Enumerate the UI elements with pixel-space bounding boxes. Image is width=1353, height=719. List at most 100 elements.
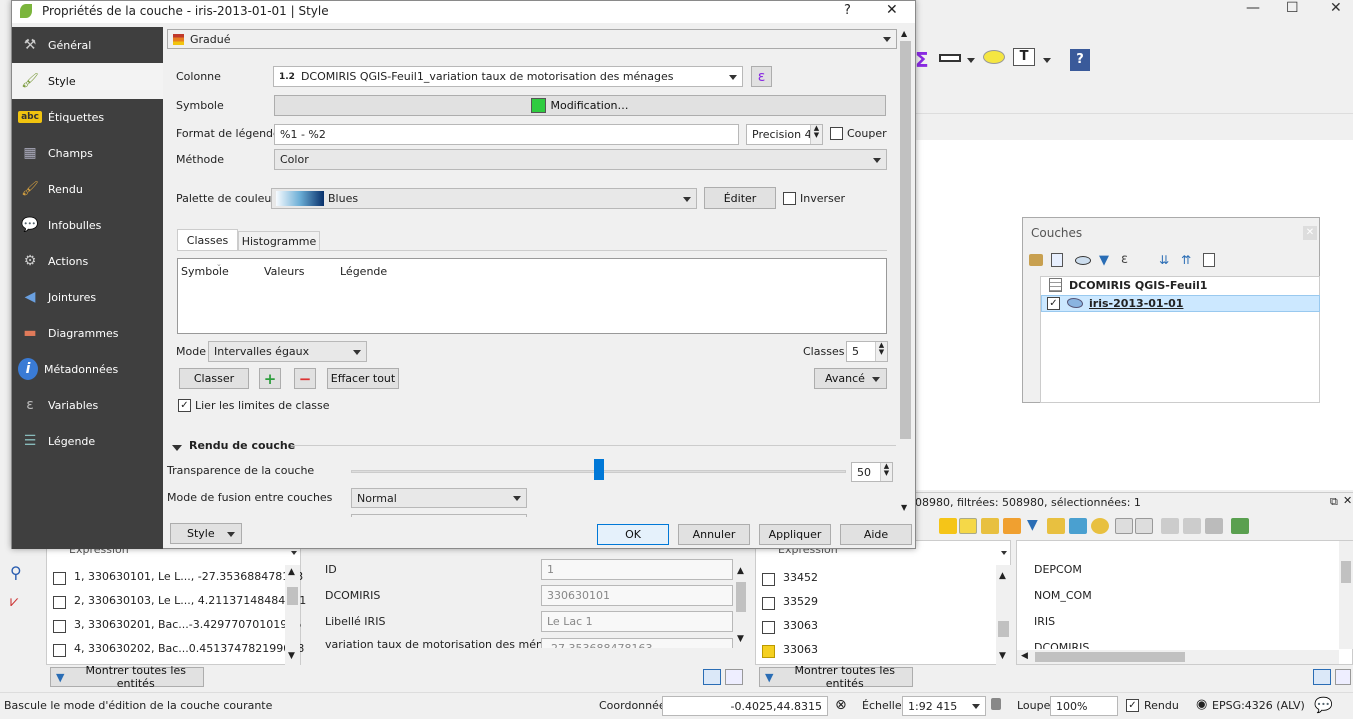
scroll-thumb[interactable]: [900, 41, 911, 439]
transparency-slider-handle[interactable]: [593, 459, 604, 480]
new-field-icon[interactable]: [1161, 518, 1179, 534]
help-dialog-button[interactable]: Aide: [840, 524, 912, 545]
classes-spinbox[interactable]: 5 ▲ ▼: [846, 341, 888, 362]
layer-item-iris[interactable]: iris-2013-01-01: [1089, 297, 1183, 310]
spin-arrows[interactable]: ▲ ▼: [875, 342, 887, 361]
field-value-id[interactable]: 1: [541, 559, 733, 580]
list-item[interactable]: 4, 330630202, Bac...0.451374782199088: [47, 637, 304, 661]
chevron-down-icon[interactable]: [967, 58, 975, 63]
method-combo[interactable]: Color: [274, 149, 887, 170]
view-form-icon[interactable]: [1313, 669, 1331, 685]
edit-palette-button[interactable]: Éditer: [704, 187, 776, 209]
select-all-icon[interactable]: [959, 518, 977, 534]
sigma-icon[interactable]: Σ: [915, 48, 929, 72]
zoom-spinbox[interactable]: 100%: [1050, 696, 1118, 716]
layer-visibility-checkbox[interactable]: ✓: [1047, 297, 1060, 310]
tab-classes[interactable]: Classes: [177, 229, 238, 251]
render-checkbox[interactable]: ✓: [1126, 699, 1139, 712]
collapse-triangle-icon[interactable]: [172, 445, 182, 451]
sidebar-item-rendu[interactable]: 🖌 Rendu: [12, 171, 163, 207]
collapse-all-icon[interactable]: ⇈: [1181, 253, 1191, 267]
show-all-features-button-left[interactable]: ▼ Montrer toutes les entités: [50, 664, 204, 690]
symbol-modify-button[interactable]: Modification…: [274, 95, 886, 116]
col-header-values[interactable]: Valeurs: [264, 265, 304, 278]
scroll-thumb[interactable]: [287, 587, 298, 605]
chevron-down-icon[interactable]: [1001, 551, 1007, 555]
list-item[interactable]: 33063: [756, 614, 996, 638]
renderer-combo[interactable]: Gradué: [167, 29, 897, 49]
apply-button[interactable]: Appliquer: [759, 524, 831, 545]
vertex-tool-icon[interactable]: ⩗: [10, 592, 32, 612]
help-icon[interactable]: ?: [1070, 49, 1090, 71]
scroll-left-icon[interactable]: ◀: [1021, 651, 1028, 661]
remove-layer-icon[interactable]: [1203, 253, 1215, 267]
panel-close-icon[interactable]: ✕: [1303, 226, 1317, 240]
show-all-features-button-right[interactable]: ▼ Montrer toutes les entités: [759, 664, 913, 690]
right-list-scrollbar[interactable]: ▲ ▼: [996, 565, 1011, 665]
scroll-down-icon[interactable]: ▼: [737, 634, 744, 644]
scroll-up-icon[interactable]: ▲: [999, 571, 1006, 581]
sidebar-item-general[interactable]: ⚒ Général: [12, 27, 163, 63]
sidebar-item-etiquettes[interactable]: abc Étiquettes: [12, 99, 163, 135]
copy-icon[interactable]: [1115, 518, 1133, 534]
scroll-up-icon[interactable]: ▲: [901, 29, 907, 38]
scroll-down-icon[interactable]: ▼: [288, 651, 295, 661]
remove-class-button[interactable]: −: [294, 368, 316, 389]
row-checkbox[interactable]: [762, 621, 775, 634]
measure-icon[interactable]: [939, 54, 961, 62]
palette-combo[interactable]: Blues: [271, 188, 697, 209]
scroll-thumb[interactable]: [736, 582, 746, 612]
row-checkbox[interactable]: [762, 573, 775, 586]
row-checkbox[interactable]: [53, 620, 66, 633]
lock-icon[interactable]: [991, 698, 1001, 710]
list-item[interactable]: 1, 330630101, Le L..., -27.353688478163: [47, 565, 303, 589]
row-checkbox[interactable]: [53, 596, 66, 609]
sidebar-item-style[interactable]: 🖌 Style: [12, 63, 163, 99]
transparency-spinbox[interactable]: 50 ▲ ▼: [851, 462, 893, 482]
far-vscroll[interactable]: [1339, 541, 1353, 649]
scroll-up-icon[interactable]: ▲: [288, 567, 295, 577]
layer-item-table[interactable]: DCOMIRIS QGIS-Feuil1: [1069, 279, 1207, 292]
scroll-thumb[interactable]: [1035, 652, 1185, 662]
list-item[interactable]: 3, 330630201, Bac...-3.42977070101926: [47, 613, 301, 637]
field-value-dcomiris[interactable]: 330630101: [541, 585, 733, 606]
move-selection-icon[interactable]: [1047, 518, 1065, 534]
sidebar-item-metadonnees[interactable]: i Métadonnées: [12, 351, 163, 387]
row-checkbox[interactable]: [762, 645, 775, 658]
sidebar-item-legende[interactable]: ☰ Légende: [12, 423, 163, 459]
scroll-down-icon[interactable]: ▼: [901, 503, 907, 512]
invert-selection-icon[interactable]: [981, 518, 999, 534]
filter-icon[interactable]: ▼: [1099, 253, 1109, 268]
minimize-icon[interactable]: —: [1246, 0, 1260, 16]
tab-histogram[interactable]: Histogramme: [238, 231, 320, 251]
float-icon[interactable]: ⧉: [1330, 495, 1338, 509]
view-table-icon[interactable]: [725, 669, 743, 685]
crs-label[interactable]: EPSG:4326 (ALV): [1212, 699, 1305, 712]
filter-icon[interactable]: ▼: [1027, 517, 1038, 533]
scroll-thumb[interactable]: [1341, 561, 1351, 583]
sidebar-item-infobulles[interactable]: 💬 Infobulles: [12, 207, 163, 243]
row-checkbox[interactable]: [762, 597, 775, 610]
mode-combo[interactable]: Intervalles égaux: [208, 341, 367, 362]
coordinate-field[interactable]: -0.4025,44.8315: [662, 696, 828, 716]
list-item[interactable]: 33452: [756, 566, 996, 590]
select-icon[interactable]: [939, 518, 957, 534]
pan-to-selection-icon[interactable]: [1069, 518, 1087, 534]
advanced-button[interactable]: Avancé: [814, 368, 887, 389]
close-icon[interactable]: ✕: [1343, 494, 1352, 507]
precision-spinbox[interactable]: Precision 4 ▲ ▼: [746, 124, 823, 145]
classify-button[interactable]: Classer: [179, 368, 249, 389]
left-list-scrollbar[interactable]: ▲ ▼: [285, 565, 300, 665]
conditional-format-icon[interactable]: [1231, 518, 1249, 534]
far-hscroll[interactable]: ◀: [1017, 650, 1339, 664]
column-combo[interactable]: 1.2 DCOMIRIS QGIS-Feuil1_variation taux …: [273, 66, 743, 87]
scroll-thumb[interactable]: [998, 621, 1009, 637]
list-item[interactable]: 33063: [756, 638, 996, 662]
form-scrollbar[interactable]: ▲ ▼: [734, 564, 748, 650]
layer-render-title[interactable]: Rendu de couche: [189, 439, 295, 452]
messages-icon[interactable]: 💬: [1314, 696, 1333, 714]
eye-icon[interactable]: [1075, 256, 1091, 265]
list-item[interactable]: 33529: [756, 590, 996, 614]
expand-all-icon[interactable]: ⇊: [1159, 253, 1169, 267]
add-group-icon[interactable]: [1051, 253, 1063, 267]
